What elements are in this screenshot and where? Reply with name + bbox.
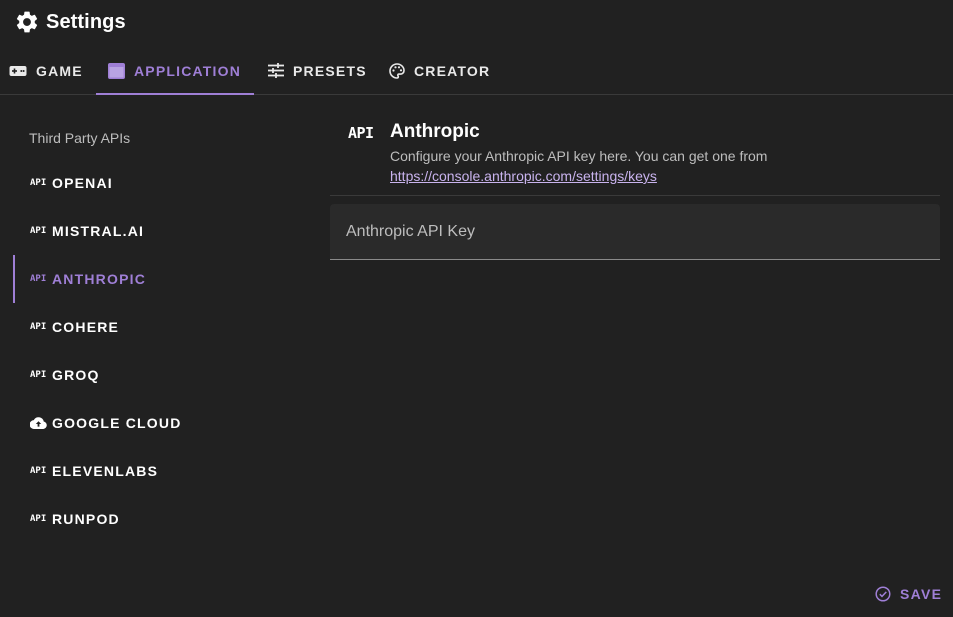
api-icon: API [30,322,47,332]
application-window-icon [108,62,125,79]
section-description: Configure your Anthropic API key here. Y… [390,148,768,164]
tab-application[interactable]: APPLICATION [96,47,254,95]
sidebar-item-cohere[interactable]: API COHERE [13,303,303,351]
sliders-icon [268,63,284,78]
api-icon: API [30,226,47,236]
sidebar-item-google-cloud[interactable]: GOOGLE CLOUD [13,399,303,447]
sidebar-item-label: ELEVENLABS [52,463,159,479]
api-icon: API [348,124,374,142]
api-key-input[interactable] [346,222,926,241]
title-bar: Settings [0,0,953,44]
sidebar-item-label: COHERE [52,319,120,335]
sidebar: Third Party APIs API OPENAI API MISTRAL.… [0,96,300,566]
page-title: Settings [46,10,126,33]
sidebar-item-openai[interactable]: API OPENAI [13,159,303,207]
sidebar-item-elevenlabs[interactable]: API ELEVENLABS [13,447,303,495]
save-button[interactable]: SAVE [875,584,942,604]
sidebar-item-label: OPENAI [52,175,113,191]
tab-bar: GAME APPLICATION PRESETS CREATOR [0,47,953,95]
sidebar-item-label: ANTHROPIC [52,271,147,287]
api-icon: API [30,466,47,476]
check-circle-icon [875,586,891,602]
tab-game-label: GAME [36,62,83,79]
sidebar-item-label: GROQ [52,367,100,383]
tab-application-label: APPLICATION [134,62,242,79]
palette-icon [389,62,405,79]
tab-game[interactable]: GAME [0,47,96,94]
api-key-field[interactable] [330,204,940,260]
section-title: Anthropic [390,121,480,142]
tab-presets[interactable]: PRESETS [254,47,375,94]
api-keys-link[interactable]: https://console.anthropic.com/settings/k… [390,168,657,184]
sidebar-header: Third Party APIs [29,130,131,146]
gear-icon [16,11,38,33]
sidebar-item-anthropic[interactable]: API ANTHROPIC [13,255,303,303]
sidebar-item-label: GOOGLE CLOUD [52,415,182,431]
divider [330,195,940,196]
cloud-upload-icon [30,417,47,429]
tab-presets-label: PRESETS [293,62,367,79]
sidebar-item-runpod[interactable]: API RUNPOD [13,495,303,543]
api-icon: API [30,514,47,524]
tab-creator[interactable]: CREATOR [375,47,515,94]
gamepad-icon [9,65,27,76]
api-icon: API [30,274,47,284]
api-icon: API [30,370,47,380]
save-label: SAVE [900,586,943,602]
sidebar-item-label: MISTRAL.AI [52,223,145,239]
api-icon: API [30,178,47,188]
sidebar-item-label: RUNPOD [52,511,120,527]
sidebar-item-groq[interactable]: API GROQ [13,351,303,399]
tab-creator-label: CREATOR [414,62,491,79]
sidebar-item-mistral[interactable]: API MISTRAL.AI [13,207,303,255]
